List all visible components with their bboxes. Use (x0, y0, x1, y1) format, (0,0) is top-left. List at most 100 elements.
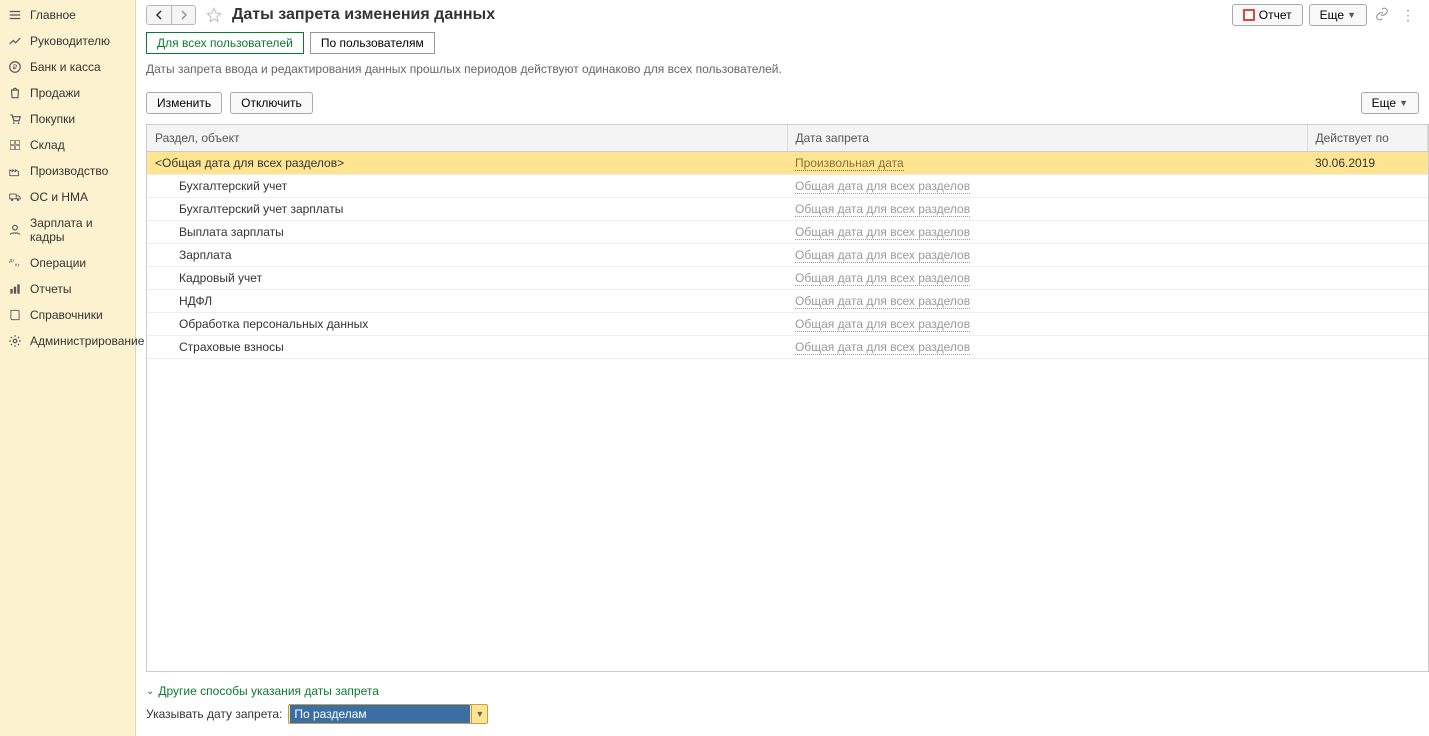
header-more-label: Еще (1320, 8, 1344, 22)
date-link[interactable]: Общая дата для всех разделов (795, 248, 970, 263)
sidebar-item-label: Справочники (30, 308, 103, 322)
table-row[interactable]: Бухгалтерский учет Общая дата для всех ра… (147, 175, 1428, 198)
table-container: Раздел, объект Дата запрета Действует по… (146, 124, 1429, 672)
link-icon (1375, 7, 1389, 21)
cell-date: Произвольная дата (787, 152, 1307, 175)
dropdown-icon[interactable]: ▼ (471, 705, 487, 723)
star-icon (206, 7, 222, 23)
sidebar-item-10[interactable]: Отчеты (0, 276, 135, 302)
date-mode-input[interactable] (290, 705, 470, 723)
tab-all-users[interactable]: Для всех пользователей (146, 32, 304, 54)
sidebar-item-3[interactable]: Продажи (0, 80, 135, 106)
sidebar-item-2[interactable]: ₽Банк и касса (0, 54, 135, 80)
cell-date: Общая дата для всех разделов (787, 336, 1307, 359)
actions-more-button[interactable]: Еще ▼ (1361, 92, 1419, 114)
table-row[interactable]: Бухгалтерский учет зарплатыОбщая дата дл… (147, 198, 1428, 221)
arrow-left-icon (154, 10, 164, 20)
sidebar-item-label: Отчеты (30, 282, 71, 296)
date-link[interactable]: Общая дата для всех разделов (795, 340, 970, 355)
cell-effective (1307, 290, 1428, 313)
disable-button[interactable]: Отключить (230, 92, 313, 114)
sidebar-item-1[interactable]: Руководителю (0, 28, 135, 54)
cell-section: <Общая дата для всех разделов> (147, 152, 787, 175)
ops-icon: ДтКт (8, 256, 22, 270)
date-link[interactable]: Общая дата для всех разделов (795, 225, 970, 240)
cell-effective (1307, 244, 1428, 267)
table-row[interactable]: <Общая дата для всех разделов> Произвольн… (147, 152, 1428, 175)
svg-text:Кт: Кт (15, 263, 21, 268)
tabs-row: Для всех пользователей По пользователям (136, 28, 1429, 58)
chevron-down-icon: ▼ (1399, 98, 1408, 108)
col-header-effective[interactable]: Действует по (1307, 125, 1428, 152)
report-button[interactable]: Отчет (1232, 4, 1303, 26)
edit-button[interactable]: Изменить (146, 92, 222, 114)
bars-icon (8, 282, 22, 296)
favorite-button[interactable] (204, 5, 224, 25)
sidebar-item-0[interactable]: Главное (0, 2, 135, 28)
select-row: Указывать дату запрета: ▼ (146, 702, 1419, 726)
cell-date: Общая дата для всех разделов (787, 244, 1307, 267)
chevron-down-icon: ⌄ (146, 686, 154, 697)
cell-date: Общая дата для всех разделов (787, 175, 1307, 198)
cell-effective (1307, 336, 1428, 359)
actions-more-label: Еще (1372, 96, 1396, 110)
nav-forward-button[interactable] (171, 6, 195, 24)
date-link[interactable]: Общая дата для всех разделов (795, 317, 970, 332)
cell-effective: 30.06.2019 (1307, 152, 1428, 175)
book-icon (8, 308, 22, 322)
date-link[interactable]: Общая дата для всех разделов (795, 294, 970, 309)
sidebar-item-label: ОС и НМА (30, 190, 88, 204)
date-link[interactable]: Общая дата для всех разделов (795, 179, 970, 194)
truck-icon (8, 190, 22, 204)
cell-date: Общая дата для всех разделов (787, 267, 1307, 290)
bag-icon (8, 86, 22, 100)
col-header-section[interactable]: Раздел, объект (147, 125, 787, 152)
kebab-button[interactable]: ⋮ (1397, 5, 1419, 26)
header-more-button[interactable]: Еще ▼ (1309, 4, 1367, 26)
table-row[interactable]: Выплата зарплаты Общая дата для всех разд… (147, 221, 1428, 244)
sidebar-item-8[interactable]: Зарплата и кадры (0, 210, 135, 250)
person-icon (8, 223, 22, 237)
nav-back-button[interactable] (147, 6, 171, 24)
cell-section: Зарплата (147, 244, 787, 267)
sidebar-item-label: Продажи (30, 86, 80, 100)
sidebar-item-9[interactable]: ДтКт Операции (0, 250, 135, 276)
sidebar: ГлавноеРуководителю₽Банк и касса Продажи П… (0, 0, 136, 736)
report-icon (1243, 9, 1255, 21)
date-link[interactable]: Произвольная дата (795, 156, 904, 171)
table-row[interactable]: Обработка персональных данныхОбщая дата … (147, 313, 1428, 336)
date-mode-select[interactable]: ▼ (288, 704, 488, 724)
sidebar-item-label: Производство (30, 164, 108, 178)
cell-section: Выплата зарплаты (147, 221, 787, 244)
date-link[interactable]: Общая дата для всех разделов (795, 271, 970, 286)
sidebar-item-6[interactable]: Производство (0, 158, 135, 184)
date-link[interactable]: Общая дата для всех разделов (795, 202, 970, 217)
sidebar-item-12[interactable]: Администрирование (0, 328, 135, 354)
col-header-date[interactable]: Дата запрета (787, 125, 1307, 152)
cell-section: НДФЛ (147, 290, 787, 313)
collapse-toggle[interactable]: ⌄ Другие способы указания даты запрета (146, 680, 1419, 702)
factory-icon (8, 164, 22, 178)
cell-date: Общая дата для всех разделов (787, 221, 1307, 244)
sidebar-item-label: Администрирование (30, 334, 144, 348)
sidebar-item-5[interactable]: Склад (0, 132, 135, 158)
table-row[interactable]: Страховые взносыОбщая дата для всех разд… (147, 336, 1428, 359)
sidebar-item-7[interactable]: ОС и НМА (0, 184, 135, 210)
tab-by-users[interactable]: По пользователям (310, 32, 435, 54)
boxes-icon (8, 138, 22, 152)
cell-section: Бухгалтерский учет (147, 175, 787, 198)
link-button[interactable] (1373, 5, 1391, 26)
svg-text:₽: ₽ (13, 63, 18, 71)
cell-date: Общая дата для всех разделов (787, 290, 1307, 313)
svg-text:Дт: Дт (9, 258, 15, 263)
table-row[interactable]: Зарплата Общая дата для всех разделов (147, 244, 1428, 267)
sidebar-item-11[interactable]: Справочники (0, 302, 135, 328)
sidebar-item-label: Зарплата и кадры (30, 216, 127, 244)
sidebar-item-label: Операции (30, 256, 86, 270)
table-row[interactable]: НДФЛ Общая дата для всех разделов (147, 290, 1428, 313)
main-content: Даты запрета изменения данных Отчет Еще … (136, 0, 1429, 736)
arrow-right-icon (179, 10, 189, 20)
table-row[interactable]: Кадровый учетОбщая дата для всех раздело… (147, 267, 1428, 290)
sidebar-item-4[interactable]: Покупки (0, 106, 135, 132)
sidebar-item-label: Склад (30, 138, 65, 152)
